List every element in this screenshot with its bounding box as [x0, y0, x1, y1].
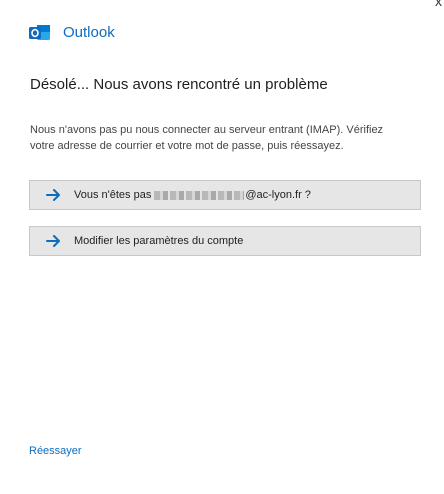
not-you-label: Vous n'êtes pas @ac-lyon.fr ?	[74, 189, 311, 201]
modify-account-settings-button[interactable]: Modifier les paramètres du compte	[29, 226, 421, 256]
app-title: Outlook	[63, 24, 115, 41]
app-brand: Outlook	[29, 23, 115, 43]
arrow-right-icon	[46, 234, 64, 248]
outlook-error-dialog: x Outlook Désolé... Nous avons rencontré…	[0, 0, 444, 494]
arrow-right-icon	[46, 188, 64, 202]
redacted-email	[154, 190, 245, 200]
not-you-suffix: @ac-lyon.fr ?	[245, 189, 311, 201]
retry-link[interactable]: Réessayer	[29, 445, 82, 457]
not-you-prefix: Vous n'êtes pas	[74, 189, 152, 201]
close-icon[interactable]: x	[435, 0, 442, 8]
outlook-logo-icon	[29, 23, 51, 43]
not-you-button[interactable]: Vous n'êtes pas @ac-lyon.fr ?	[29, 180, 421, 210]
modify-settings-label: Modifier les paramètres du compte	[74, 235, 244, 247]
error-heading: Désolé... Nous avons rencontré un problè…	[30, 76, 328, 93]
error-message: Nous n'avons pas pu nous connecter au se…	[30, 124, 384, 152]
